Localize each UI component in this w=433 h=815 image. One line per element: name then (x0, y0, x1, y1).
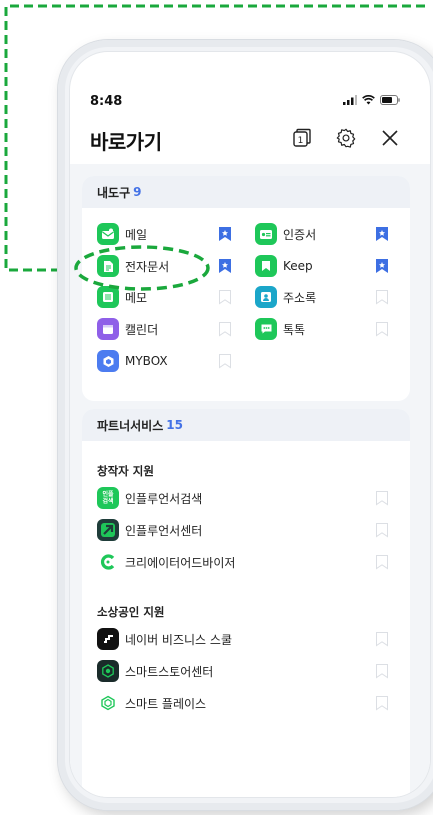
partner-label: 네이버 비즈니스 스쿨 (125, 632, 232, 647)
keep-icon (255, 255, 277, 277)
my-tools-header: 내도구 9 (82, 176, 410, 208)
bookmark-empty-icon[interactable] (218, 321, 232, 337)
tool-label: MYBOX (125, 354, 168, 368)
creator-section-title: 창작자 지원 (97, 464, 154, 478)
partner-services-title: 파트너서비스 (97, 418, 164, 433)
settings-button[interactable] (334, 126, 358, 150)
tool-label: 메일 (125, 227, 148, 242)
bookmark-filled-icon[interactable] (218, 258, 232, 274)
close-icon (382, 130, 398, 146)
my-tools-count: 9 (133, 185, 142, 199)
tool-mail[interactable]: 메일 (97, 222, 147, 246)
tab-count: 1 (298, 136, 304, 146)
partner-label: 스마트 플레이스 (125, 696, 207, 711)
tool-label: 메모 (125, 290, 148, 305)
bookmark-filled-icon[interactable] (375, 258, 389, 274)
bookmark-filled-icon[interactable] (218, 226, 232, 242)
bookmark-empty-icon[interactable] (218, 289, 232, 305)
tabs-button[interactable]: 1 (290, 126, 314, 150)
status-time: 8:48 (90, 94, 123, 109)
bookmark-empty-icon[interactable] (375, 695, 389, 711)
close-button[interactable] (378, 126, 402, 150)
partner-creator-advisor[interactable]: 크리에이터어드바이저 (97, 550, 235, 574)
tool-calendar[interactable]: 캘린더 (97, 317, 158, 341)
smart-place-icon (97, 692, 119, 714)
bookmark-empty-icon[interactable] (375, 631, 389, 647)
bookmark-empty-icon[interactable] (375, 522, 389, 538)
partner-influencer-search[interactable]: 인플 검색 인플루언서검색 (97, 486, 202, 510)
influencer-center-icon (97, 519, 119, 541)
talktalk-icon (255, 318, 277, 340)
bookmark-filled-icon[interactable] (375, 226, 389, 242)
status-icons (343, 95, 400, 105)
bookmark-empty-icon[interactable] (375, 663, 389, 679)
shortcut-list[interactable]: 내도구 9 메일 인증서 전자문서 Keep 메모 주소록 캘린더 톡톡 MYB… (70, 164, 430, 797)
tool-memo[interactable]: 메모 (97, 285, 147, 309)
creator-advisor-icon (97, 551, 119, 573)
partner-business-school[interactable]: 네이버 비즈니스 스쿨 (97, 627, 232, 651)
bookmark-empty-icon[interactable] (218, 353, 232, 369)
tool-contacts[interactable]: 주소록 (255, 285, 316, 309)
partner-services-header: 파트너서비스 15 (82, 409, 410, 441)
tool-label: 톡톡 (283, 322, 306, 337)
bookmark-empty-icon[interactable] (375, 289, 389, 305)
bookmark-empty-icon[interactable] (375, 554, 389, 570)
mail-icon (97, 223, 119, 245)
my-tools-card: 내도구 9 메일 인증서 전자문서 Keep 메모 주소록 캘린더 톡톡 MYB… (82, 176, 410, 401)
bookmark-empty-icon[interactable] (375, 321, 389, 337)
calendar-icon (97, 318, 119, 340)
smartstore-icon (97, 660, 119, 682)
memo-icon (97, 286, 119, 308)
my-tools-title: 내도구 (97, 185, 131, 200)
partner-label: 인플루언서검색 (125, 491, 203, 506)
partner-label: 인플루언서센터 (125, 523, 203, 538)
business-school-icon (97, 628, 119, 650)
tool-keep[interactable]: Keep (255, 254, 313, 278)
signal-icon (343, 95, 357, 105)
partner-label: 크리에이터어드바이저 (125, 555, 236, 570)
partner-label: 스마트스토어센터 (125, 664, 214, 679)
tool-talktalk[interactable]: 톡톡 (255, 317, 305, 341)
mybox-icon (97, 350, 119, 372)
tool-edocument[interactable]: 전자문서 (97, 254, 169, 278)
document-icon (97, 255, 119, 277)
contacts-icon (255, 286, 277, 308)
tool-label: 전자문서 (125, 259, 170, 274)
bookmark-empty-icon[interactable] (375, 490, 389, 506)
tool-label: 캘린더 (125, 322, 159, 337)
influencer-search-icon: 인플 검색 (97, 487, 119, 509)
tabs-icon: 1 (293, 128, 311, 147)
tool-label: 주소록 (283, 290, 317, 305)
partner-services-card: 파트너서비스 15 창작자 지원 인플 검색 인플루언서검색 인플루언서센터 크… (82, 409, 410, 797)
gear-icon (336, 128, 356, 148)
phone-screen: 8:48 바로가기 1 내도구 9 메일 인증서 전자문서 Keep 메모 주소… (70, 52, 430, 797)
tool-certificate[interactable]: 인증서 (255, 222, 316, 246)
partner-smartstore-center[interactable]: 스마트스토어센터 (97, 659, 213, 683)
tool-label: 인증서 (283, 227, 317, 242)
partner-smart-place[interactable]: 스마트 플레이스 (97, 691, 206, 715)
partner-influencer-center[interactable]: 인플루언서센터 (97, 518, 202, 542)
tool-mybox[interactable]: MYBOX (97, 349, 168, 373)
page-title: 바로가기 (90, 130, 162, 154)
business-section-title: 소상공인 지원 (97, 605, 165, 619)
tool-label: Keep (283, 259, 313, 273)
partner-services-count: 15 (166, 418, 183, 432)
battery-icon (380, 95, 400, 105)
wifi-icon (362, 95, 375, 105)
certificate-icon (255, 223, 277, 245)
